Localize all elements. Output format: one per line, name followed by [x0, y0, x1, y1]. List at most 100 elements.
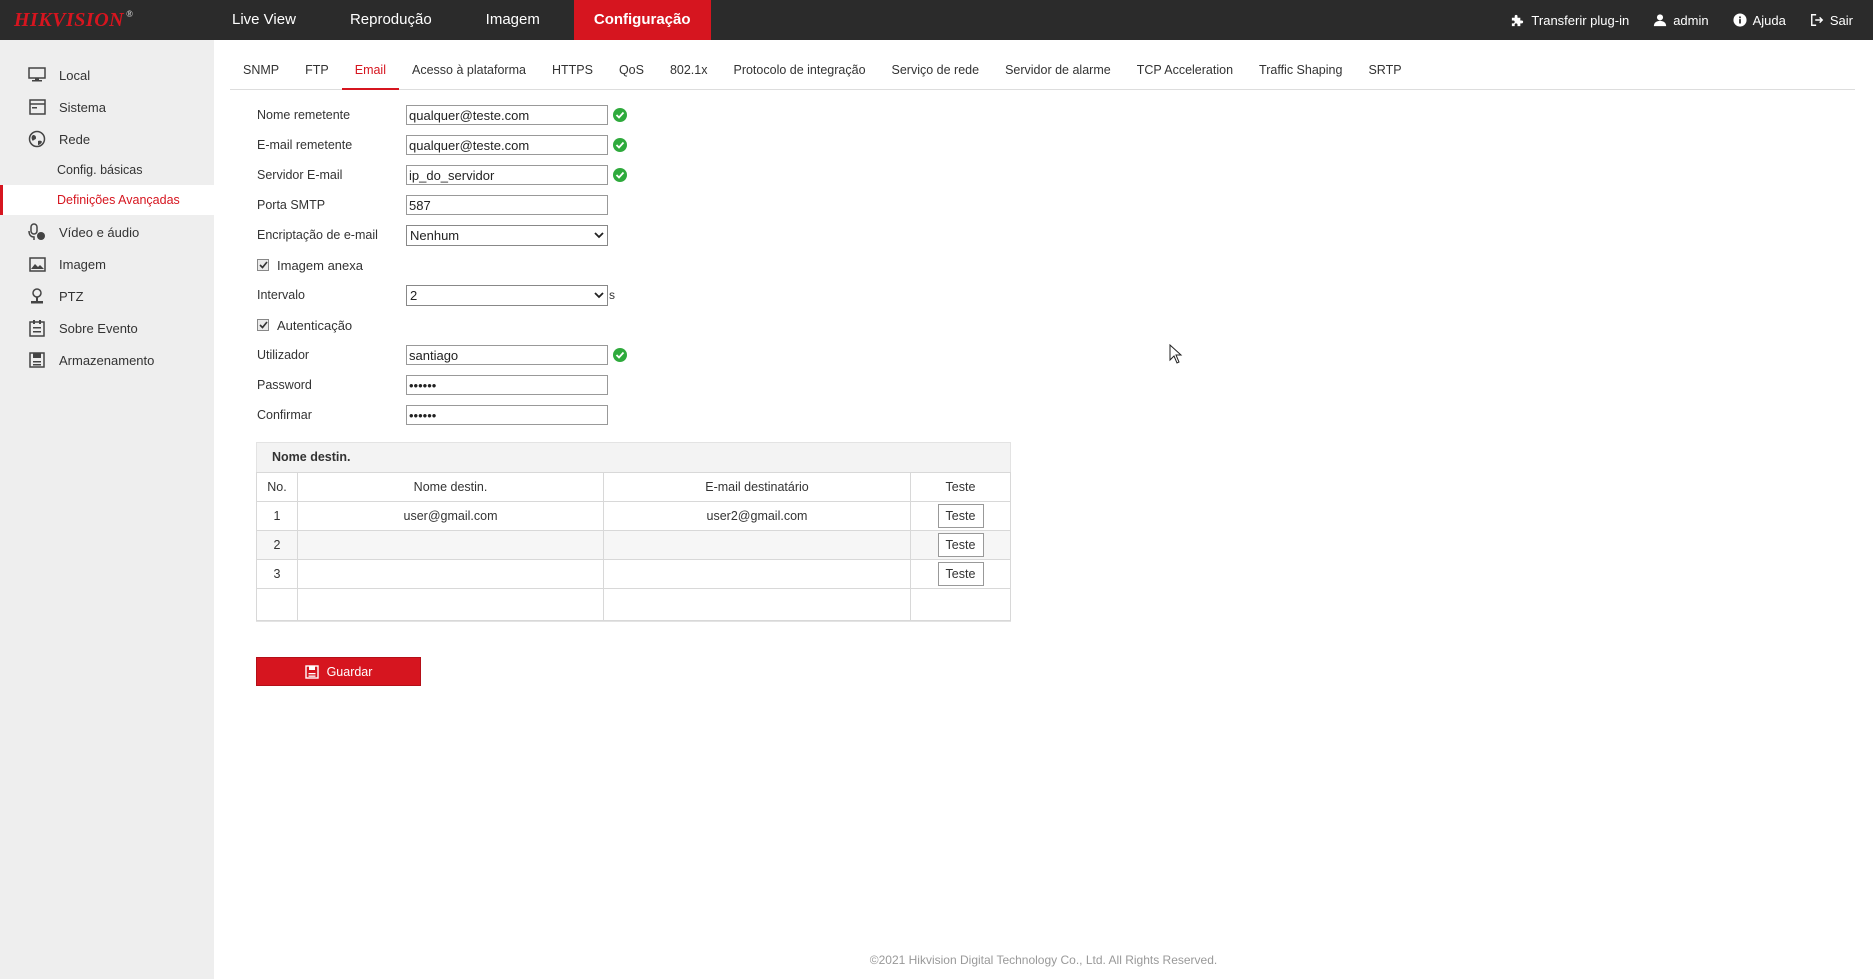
sidebar-item-sistema[interactable]: Sistema: [0, 93, 214, 121]
sidebar-subitem-config-basicas[interactable]: Config. básicas: [0, 155, 214, 185]
table-row: 1 user@gmail.com user2@gmail.com Teste: [256, 501, 1011, 531]
col-name-header: Nome destin.: [297, 472, 604, 502]
authentication-label: Autenticação: [277, 317, 353, 333]
sidebar-item-label: PTZ: [59, 288, 84, 304]
nav-reproducao[interactable]: Reprodução: [330, 0, 452, 40]
confirm-password-row: Confirmar: [257, 403, 608, 427]
tab-protocolo-integracao[interactable]: Protocolo de integração: [720, 50, 878, 90]
tab-https[interactable]: HTTPS: [539, 50, 606, 90]
email-server-input[interactable]: [406, 165, 608, 185]
username-label: Utilizador: [257, 348, 310, 362]
row-test-cell: Teste: [910, 559, 1011, 589]
row-recipient-email[interactable]: [603, 530, 911, 560]
password-row: Password: [257, 373, 608, 397]
table-row: 2 Teste: [256, 530, 1011, 560]
encryption-select[interactable]: Nenhum: [406, 224, 608, 246]
tab-8021x[interactable]: 802.1x: [657, 50, 721, 90]
globe-icon: [27, 129, 47, 149]
encryption-label: Encriptação de e-mail: [257, 228, 378, 242]
download-plugin-label: Transferir plug-in: [1531, 12, 1630, 28]
sidebar-item-label: Sobre Evento: [59, 320, 138, 336]
main-nav: Live View Reprodução Imagem Configuração: [212, 0, 725, 40]
row-recipient-email[interactable]: [603, 559, 911, 589]
sidebar-item-label: Sistema: [59, 99, 106, 115]
interval-unit: s: [609, 288, 615, 302]
sidebar-item-ptz[interactable]: PTZ: [0, 282, 214, 310]
row-recipient-email[interactable]: user2@gmail.com: [603, 501, 911, 531]
info-icon: [1733, 13, 1747, 27]
sidebar-item-rede[interactable]: Rede: [0, 125, 214, 153]
sidebar-item-sobre-evento[interactable]: Sobre Evento: [0, 314, 214, 342]
test-button[interactable]: Teste: [937, 504, 984, 528]
tab-acesso-plataforma[interactable]: Acesso à plataforma: [399, 50, 539, 90]
attach-image-checkbox[interactable]: [257, 259, 269, 271]
user-icon: [1654, 14, 1667, 27]
smtp-port-label: Porta SMTP: [257, 198, 326, 212]
encryption-row: Encriptação de e-mail Nenhum: [257, 223, 608, 247]
test-button[interactable]: Teste: [937, 562, 984, 586]
empty-cell: [603, 588, 911, 621]
check-ok-icon: [613, 168, 627, 182]
logout-button[interactable]: Sair: [1810, 13, 1853, 28]
tab-traffic-shaping[interactable]: Traffic Shaping: [1246, 50, 1355, 90]
row-recipient-name[interactable]: [297, 559, 604, 589]
sender-name-input[interactable]: [406, 105, 608, 125]
logout-icon: [1810, 14, 1824, 26]
row-no: 3: [256, 559, 298, 589]
confirm-password-input[interactable]: [406, 405, 608, 425]
top-right-menu: Transferir plug-in admin Ajuda Sair: [1486, 0, 1853, 40]
sidebar-item-video-audio[interactable]: Vídeo e áudio: [0, 218, 214, 246]
username-row: Utilizador: [257, 343, 627, 367]
checkmark-icon: [258, 261, 268, 269]
table-row-empty: [256, 588, 1011, 621]
empty-cell: [256, 588, 298, 621]
nav-live-view[interactable]: Live View: [212, 0, 316, 40]
save-button[interactable]: Guardar: [256, 657, 421, 686]
tab-snmp[interactable]: SNMP: [230, 50, 292, 90]
save-label: Guardar: [326, 664, 373, 679]
smtp-port-row: Porta SMTP: [257, 193, 608, 217]
nav-imagem[interactable]: Imagem: [466, 0, 560, 40]
sender-name-label: Nome remetente: [257, 108, 351, 122]
row-no: 1: [256, 501, 298, 531]
password-input[interactable]: [406, 375, 608, 395]
sender-email-row: E-mail remetente: [257, 133, 627, 157]
interval-select[interactable]: 2: [406, 284, 608, 306]
row-recipient-name[interactable]: user@gmail.com: [297, 501, 604, 531]
sidebar-item-imagem[interactable]: Imagem: [0, 250, 214, 278]
encryption-value: Nenhum: [410, 227, 460, 243]
email-server-label: Servidor E-mail: [257, 168, 343, 182]
help-button[interactable]: Ajuda: [1733, 13, 1786, 28]
interval-label: Intervalo: [257, 288, 305, 302]
chevron-down-icon: [594, 231, 604, 238]
image-icon: [27, 254, 47, 274]
table-row: 3 Teste: [256, 559, 1011, 589]
tab-srtp[interactable]: SRTP: [1355, 50, 1414, 90]
authentication-checkbox[interactable]: [257, 319, 269, 331]
storage-icon: [27, 350, 47, 370]
sidebar-item-label: Local: [59, 67, 91, 83]
top-bar: HIKVISION ® Live View Reprodução Imagem C…: [0, 0, 1873, 40]
sidebar-subitem-definicoes-avancadas[interactable]: Definições Avançadas: [0, 185, 214, 215]
check-ok-icon: [613, 108, 627, 122]
sidebar-item-armazenamento[interactable]: Armazenamento: [0, 346, 214, 374]
user-menu[interactable]: admin: [1653, 13, 1709, 28]
sidebar-item-local[interactable]: Local: [0, 61, 214, 89]
video-audio-icon: [27, 222, 47, 242]
help-label: Ajuda: [1752, 12, 1786, 28]
check-ok-icon: [613, 348, 627, 362]
sender-email-input[interactable]: [406, 135, 608, 155]
smtp-port-input[interactable]: [406, 195, 608, 215]
tab-qos[interactable]: QoS: [606, 50, 657, 90]
tab-servico-rede[interactable]: Serviço de rede: [879, 50, 993, 90]
row-recipient-name[interactable]: [297, 530, 604, 560]
tab-servidor-alarme[interactable]: Servidor de alarme: [992, 50, 1124, 90]
tab-ftp[interactable]: FTP: [292, 50, 342, 90]
nav-configuracao[interactable]: Configuração: [573, 0, 711, 40]
username-input[interactable]: [406, 345, 608, 365]
tab-email[interactable]: Email: [341, 50, 399, 90]
tab-tcp-acceleration[interactable]: TCP Acceleration: [1124, 50, 1246, 90]
download-plugin-button[interactable]: Transferir plug-in: [1510, 13, 1629, 28]
test-button[interactable]: Teste: [937, 533, 984, 557]
col-test-header: Teste: [910, 472, 1011, 502]
